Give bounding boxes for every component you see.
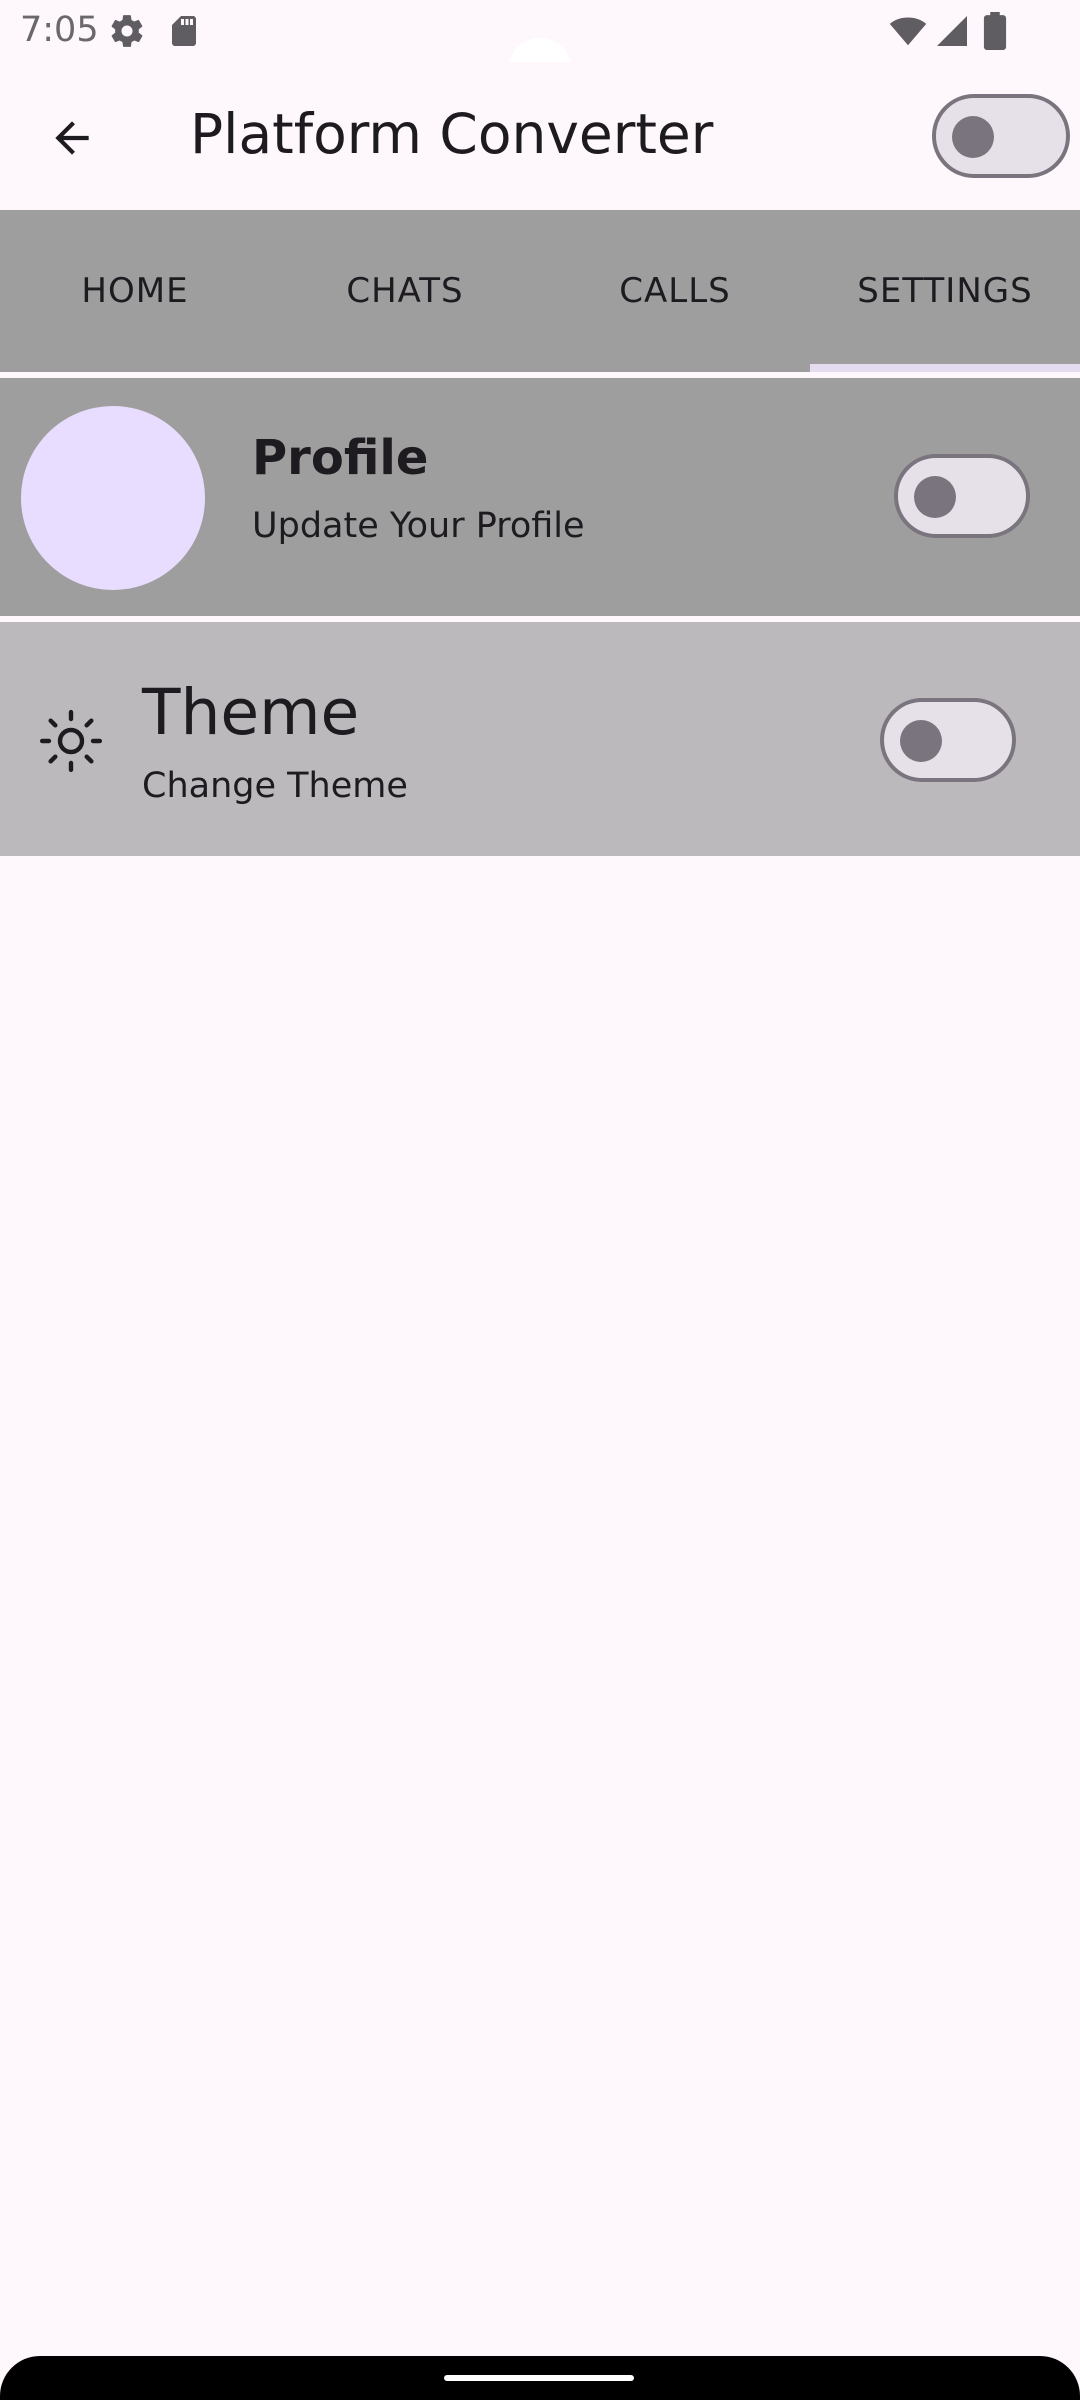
theme-settings-item[interactable]: Theme Change Theme [0, 622, 1080, 856]
status-time: 7:05 [20, 10, 99, 50]
profile-subtitle: Update Your Profile [252, 506, 585, 546]
theme-toggle[interactable] [880, 698, 1016, 782]
tab-home[interactable]: HOME [0, 210, 270, 372]
signal-icon [934, 12, 970, 55]
tab-chats[interactable]: CHATS [270, 210, 540, 372]
back-button[interactable] [36, 102, 108, 174]
toggle-thumb [952, 116, 994, 158]
tab-calls[interactable]: CALLS [540, 210, 810, 372]
platform-toggle[interactable] [932, 94, 1070, 178]
profile-title: Profile [252, 430, 429, 486]
tab-selected-indicator [810, 364, 1080, 372]
sd-card-icon [166, 12, 202, 55]
toggle-thumb [914, 476, 956, 518]
tab-settings[interactable]: SETTINGS [810, 210, 1080, 372]
sun-icon [39, 709, 103, 773]
toggle-thumb [900, 720, 942, 762]
theme-title: Theme [142, 676, 360, 749]
theme-subtitle: Change Theme [142, 766, 408, 806]
wifi-icon [888, 12, 928, 55]
arrow-back-icon [55, 121, 89, 155]
tab-bar: HOME CHATS CALLS SETTINGS [0, 210, 1080, 372]
app-bar: Platform Converter [0, 62, 1080, 210]
profile-settings-item[interactable]: Profile Update Your Profile [0, 378, 1080, 616]
settings-icon [108, 12, 146, 55]
page-title: Platform Converter [190, 102, 714, 166]
avatar[interactable] [21, 406, 205, 590]
home-gesture-handle[interactable] [444, 2375, 634, 2381]
profile-toggle[interactable] [894, 454, 1030, 538]
battery-icon [982, 12, 1008, 55]
